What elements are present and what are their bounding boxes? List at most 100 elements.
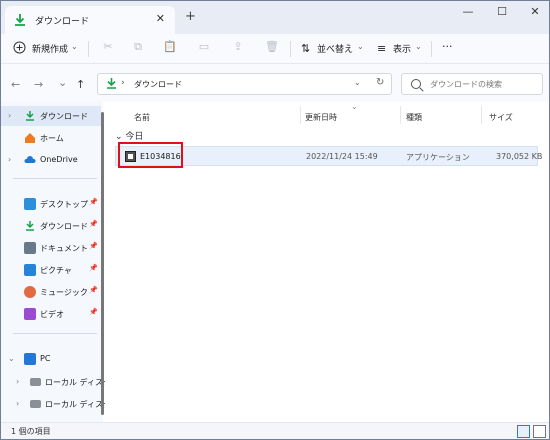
close-button[interactable]: ✕ — [520, 5, 549, 23]
chevron-right-icon[interactable]: › — [8, 155, 11, 164]
download-icon — [15, 14, 25, 26]
delete-icon[interactable]: 🗑 — [264, 40, 280, 56]
content-area: › ダウンロード ホーム › OneDrive デスクトップ 📌 ダウンロード … — [1, 102, 549, 422]
up-button[interactable]: ↑ — [76, 78, 85, 91]
column-header-name[interactable]: 名前 — [134, 112, 150, 123]
paste-icon[interactable]: 📋 — [162, 40, 178, 56]
forward-button[interactable]: → — [34, 78, 43, 91]
chevron-down-icon: ⌄ — [71, 42, 78, 51]
separator — [88, 41, 89, 57]
address-dropdown-icon[interactable]: ⌄ — [354, 78, 361, 87]
tab-close-icon[interactable]: ✕ — [156, 12, 165, 25]
file-type: アプリケーション — [406, 153, 470, 162]
column-header-type[interactable]: 種類 — [406, 112, 422, 123]
recent-locations-button[interactable]: ⌄ — [58, 76, 67, 89]
document-icon — [24, 242, 36, 254]
chevron-down-icon: ⌄ — [357, 42, 364, 51]
sidebar-item-home[interactable]: ホーム — [1, 128, 101, 148]
cloud-icon — [24, 156, 36, 163]
pc-icon — [24, 353, 36, 365]
sidebar-item-pictures[interactable]: ピクチャ 📌 — [1, 260, 101, 280]
tab-title: ダウンロード — [35, 17, 90, 27]
sidebar-item-label: ビデオ — [40, 310, 64, 319]
view-button[interactable]: 表示 — [393, 42, 411, 55]
tiles-view-button[interactable] — [533, 425, 546, 438]
separator — [431, 41, 432, 57]
sort-button[interactable]: 並べ替え — [317, 42, 353, 55]
sidebar-item-label: ダウンロード — [40, 222, 88, 231]
download-icon — [26, 111, 34, 121]
item-count: 1 個の項目 — [11, 427, 51, 436]
desktop-icon — [24, 198, 36, 210]
sidebar-item-desktop[interactable]: デスクトップ 📌 — [1, 194, 101, 214]
chevron-right-icon[interactable]: › — [16, 377, 19, 386]
sort-icon: ⇅ — [301, 42, 311, 55]
sidebar-item-label: ミュージック — [40, 288, 88, 297]
column-separator[interactable] — [400, 106, 401, 124]
more-options-button[interactable]: ··· — [442, 40, 453, 53]
sidebar-item-videos[interactable]: ビデオ 📌 — [1, 304, 101, 324]
rename-icon[interactable]: ▭ — [196, 40, 212, 56]
copy-icon[interactable]: ⧉ — [130, 40, 146, 56]
view-icon: ≡ — [377, 42, 387, 55]
chevron-down-icon: ⌄ — [115, 132, 126, 142]
group-label: 今日 — [125, 132, 144, 142]
new-button[interactable]: 新規作成 — [32, 42, 68, 55]
pin-icon: 📌 — [89, 198, 98, 206]
download-icon — [26, 221, 34, 231]
file-explorer-window: ダウンロード ✕ + — ☐ ✕ 新規作成 ⌄ ✂ ⧉ 📋 ▭ ⇪ 🗑 ⇅ 並べ… — [0, 0, 550, 440]
navigation-row: ← → ⌄ ↑ › ダウンロード ⌄ ↻ ダウンロードの検索 — [1, 64, 549, 102]
sidebar-item-downloads[interactable]: › ダウンロード — [1, 106, 101, 126]
highlight-box — [118, 142, 183, 168]
sidebar-item-label: ドキュメント — [40, 244, 88, 253]
sidebar-item-documents[interactable]: ドキュメント 📌 — [1, 238, 101, 258]
new-tab-button[interactable]: + — [185, 9, 196, 24]
sidebar-scrollbar[interactable] — [101, 112, 104, 415]
chevron-down-icon[interactable]: ⌄ — [8, 354, 15, 363]
sidebar-item-label: OneDrive — [40, 155, 78, 164]
column-header-modified[interactable]: 更新日時 — [305, 112, 337, 123]
sidebar-item-music[interactable]: ミュージック 📌 — [1, 282, 101, 302]
chevron-right-icon[interactable]: › — [8, 111, 11, 120]
title-bar: ダウンロード ✕ + — ☐ ✕ — [1, 1, 549, 34]
column-separator[interactable] — [481, 106, 482, 124]
sidebar-item-local-disk[interactable]: › ローカル ディスク — [1, 372, 111, 392]
group-header-today[interactable]: ⌄ 今日 — [115, 129, 143, 142]
sidebar-item-label: デスクトップ — [40, 200, 88, 209]
local-disk-icon — [30, 378, 41, 386]
tab-downloads[interactable]: ダウンロード ✕ — [5, 6, 175, 34]
back-button[interactable]: ← — [11, 78, 20, 91]
pin-icon: 📌 — [89, 286, 98, 294]
refresh-icon[interactable]: ↻ — [376, 77, 384, 88]
status-bar: 1 個の項目 — [1, 422, 549, 439]
search-icon — [411, 79, 421, 89]
pin-icon: 📌 — [89, 220, 98, 228]
breadcrumb-chevron-icon: › — [121, 78, 125, 88]
sidebar-item-label: ダウンロード — [40, 112, 88, 121]
sidebar-item-onedrive[interactable]: › OneDrive — [1, 150, 101, 170]
pin-icon: 📌 — [89, 308, 98, 316]
sidebar-item-local-disk[interactable]: › ローカル ディスク — [1, 394, 111, 414]
cut-icon[interactable]: ✂ — [100, 40, 116, 56]
breadcrumb[interactable]: ダウンロード — [134, 79, 182, 90]
video-icon — [24, 308, 36, 320]
share-icon[interactable]: ⇪ — [230, 40, 246, 56]
details-view-button[interactable] — [517, 425, 530, 438]
picture-icon — [24, 264, 36, 276]
pin-icon: 📌 — [89, 242, 98, 250]
sidebar-item-pc[interactable]: ⌄ PC — [1, 349, 101, 369]
sidebar-divider — [13, 333, 97, 334]
search-box[interactable]: ダウンロードの検索 — [401, 73, 543, 95]
file-modified: 2022/11/24 15:49 — [306, 152, 378, 161]
column-header-size[interactable]: サイズ — [489, 112, 513, 123]
minimize-button[interactable]: — — [453, 5, 483, 23]
sidebar-item-downloads-pinned[interactable]: ダウンロード 📌 — [1, 216, 101, 236]
chevron-down-icon: ⌄ — [415, 42, 422, 51]
home-icon — [25, 133, 35, 143]
column-separator[interactable] — [300, 106, 301, 124]
search-input[interactable]: ダウンロードの検索 — [430, 79, 502, 90]
separator — [290, 41, 291, 57]
address-bar[interactable]: › ダウンロード ⌄ ↻ — [97, 73, 392, 95]
maximize-button[interactable]: ☐ — [487, 5, 517, 23]
chevron-right-icon[interactable]: › — [16, 399, 19, 408]
